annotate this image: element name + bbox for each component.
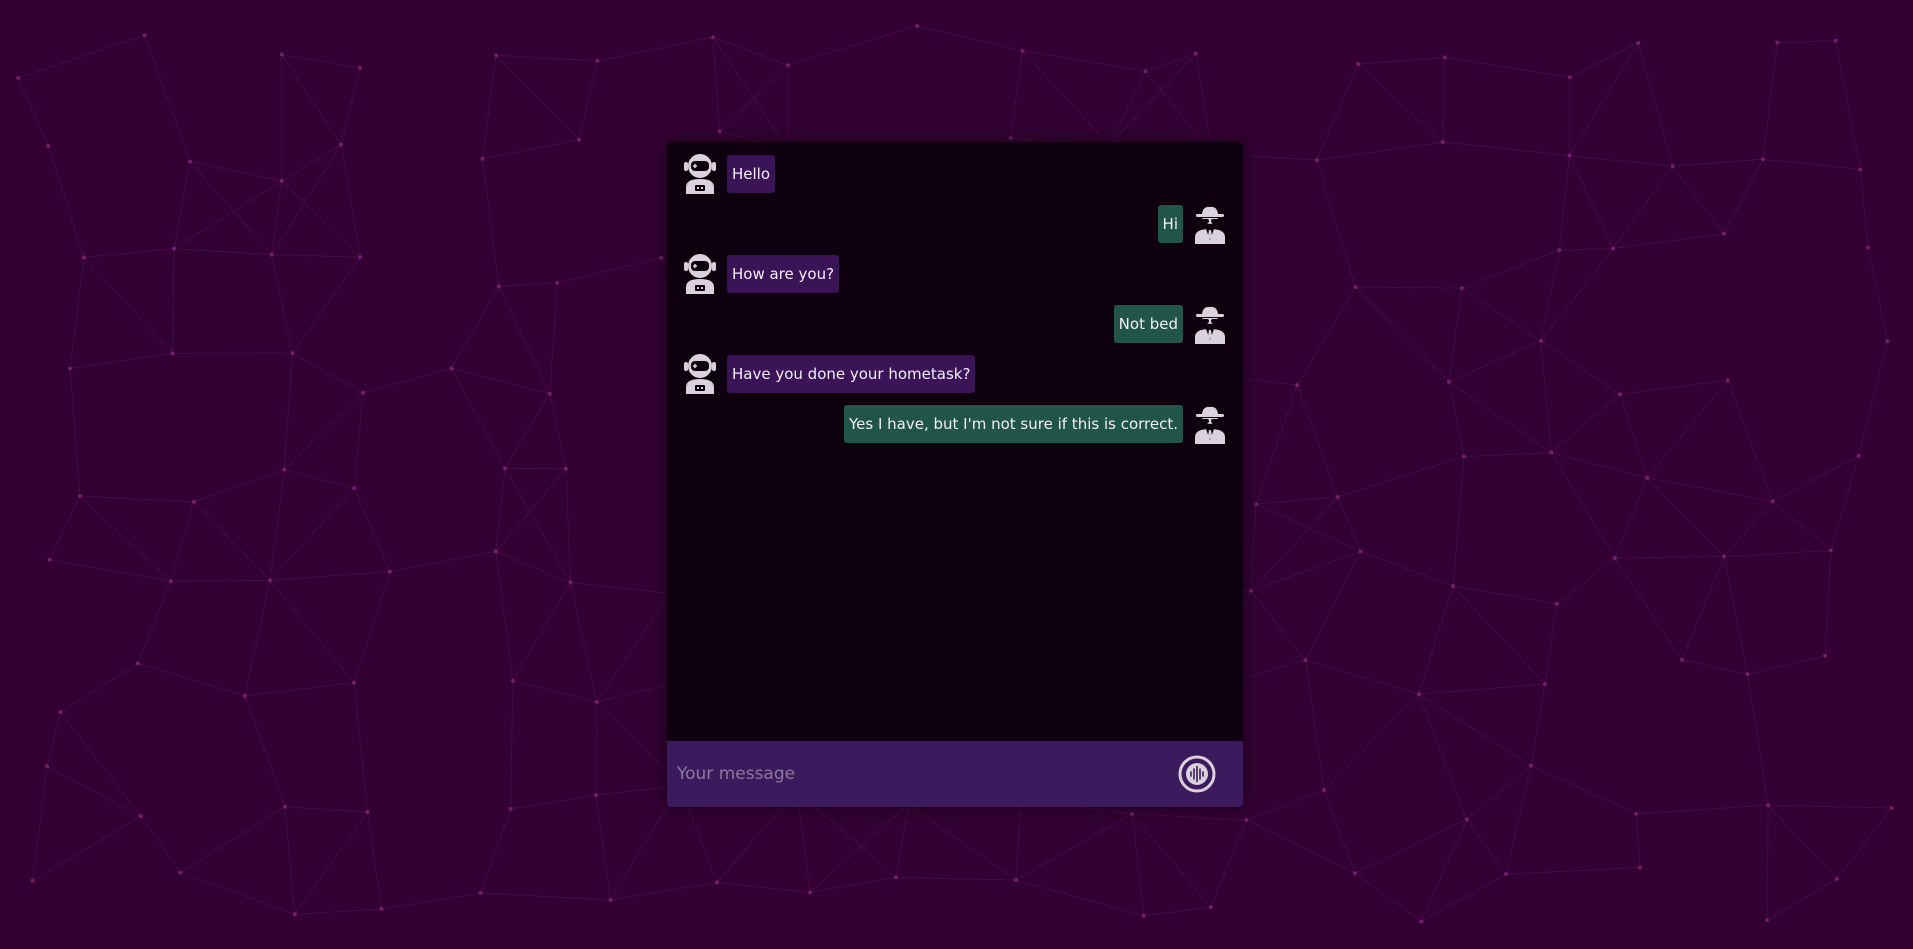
spy-icon	[1191, 304, 1229, 344]
message-input[interactable]	[677, 754, 1157, 794]
user-message-bubble: Hi	[1157, 205, 1183, 243]
message-row-bot: Hello	[681, 154, 1229, 194]
spy-icon	[1191, 404, 1229, 444]
message-row-user: Hi	[681, 204, 1229, 244]
voice-send-icon	[1177, 754, 1217, 794]
spy-icon	[1191, 204, 1229, 244]
bot-message-bubble: Have you done your hometask?	[727, 355, 976, 393]
message-composer	[667, 741, 1243, 807]
user-message-bubble: Not bed	[1113, 305, 1183, 343]
astronaut-icon	[681, 354, 719, 394]
message-row-user: Yes I have, but I'm not sure if this is …	[681, 404, 1229, 444]
bot-message-bubble: How are you?	[727, 255, 840, 293]
chat-window: Hello Hi How are you? Not bed Have you d…	[667, 142, 1243, 807]
astronaut-icon	[681, 154, 719, 194]
astronaut-icon	[681, 254, 719, 294]
bot-message-bubble: Hello	[727, 155, 776, 193]
message-row-bot: Have you done your hometask?	[681, 354, 1229, 394]
send-button[interactable]	[1177, 754, 1217, 794]
message-list: Hello Hi How are you? Not bed Have you d…	[667, 142, 1243, 741]
message-row-bot: How are you?	[681, 254, 1229, 294]
user-message-bubble: Yes I have, but I'm not sure if this is …	[843, 405, 1183, 443]
message-row-user: Not bed	[681, 304, 1229, 344]
